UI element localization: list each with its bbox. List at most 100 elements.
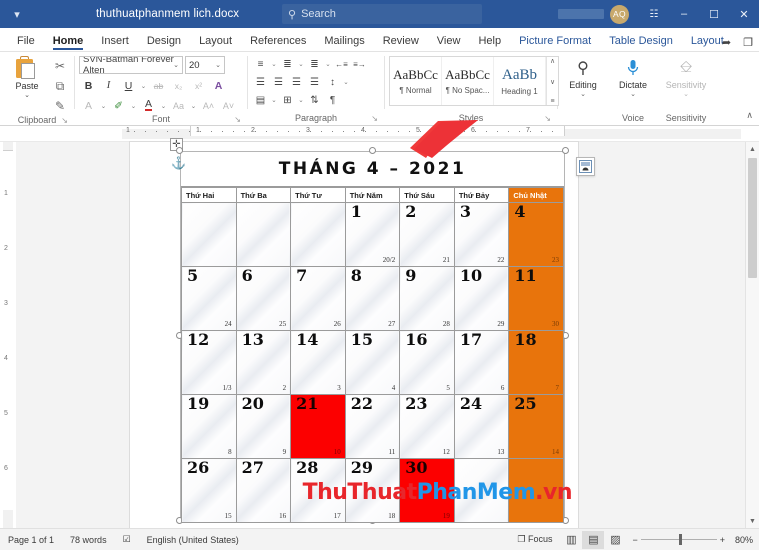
tab-design[interactable]: Design (138, 33, 190, 51)
shrink-font-button[interactable]: A˅ (219, 97, 238, 114)
calendar-day-cell[interactable]: 16 5 (399, 330, 455, 395)
vertical-scrollbar[interactable]: ▲ ▼ (745, 142, 759, 528)
dictate-button[interactable]: Dictate ⌄ (612, 54, 654, 98)
zoom-track[interactable] (640, 534, 717, 545)
align-left-icon[interactable]: ☰ (252, 74, 269, 90)
chevron-down-icon[interactable]: ⌄ (189, 97, 198, 114)
calendar-day-cell[interactable]: 26 15 (181, 458, 237, 523)
shading-icon[interactable]: ▤ (252, 92, 269, 108)
sort-icon[interactable]: ⇅ (306, 92, 323, 108)
style-item-heading-1[interactable]: AaBb Heading 1 (494, 57, 546, 105)
underline-chevron-icon[interactable]: ⌄ (139, 77, 148, 94)
superscript-button[interactable]: x² (189, 77, 208, 94)
calendar-day-cell[interactable]: 15 4 (344, 330, 401, 395)
chevron-down-icon[interactable]: ⌄ (630, 90, 636, 98)
quick-access-save-icon[interactable]: ▾ (0, 8, 34, 21)
chevron-down-icon[interactable]: ⌄ (270, 56, 278, 72)
calendar-day-cell[interactable]: 7 26 (290, 266, 346, 331)
chevron-down-icon[interactable]: ⌄ (215, 61, 221, 69)
styles-more-icon[interactable]: ≡ (547, 98, 558, 105)
calendar-table[interactable]: Thứ Hai Thứ Ba Thứ Tư Thứ Năm Thứ Sáu Thứ Bảy… (181, 187, 564, 523)
chevron-down-icon[interactable]: ⌄ (270, 92, 278, 108)
calendar-day-cell[interactable]: 5 24 (181, 266, 237, 331)
chevron-down-icon[interactable]: ⌄ (159, 97, 168, 114)
vertical-ruler[interactable]: 1 2 3 4 5 6 (0, 142, 16, 528)
styles-dialog-launcher[interactable]: ↘ (544, 114, 551, 123)
sensitivity-button[interactable]: ⎒ Sensitivity ⌄ (662, 54, 710, 98)
chevron-down-icon[interactable]: ⌄ (580, 90, 586, 98)
style-item-normal[interactable]: AaBbCc ¶ Normal (390, 57, 442, 105)
font-name-combobox[interactable]: SVN-Batman Forever Alten ⌄ (79, 56, 183, 74)
read-mode-button[interactable]: ▥ (560, 531, 582, 549)
calendar-day-cell[interactable] (235, 202, 292, 267)
comments-icon[interactable]: ❐ (743, 36, 753, 49)
calendar-day-cell[interactable]: 12 1/3 (181, 330, 237, 395)
zoom-thumb[interactable] (678, 534, 682, 545)
underline-button[interactable]: U (119, 77, 138, 94)
calendar[interactable]: THÁNG 4 – 2021 Thứ Hai Thứ Ba Thứ Tư Thứ Nă… (181, 152, 564, 523)
align-right-icon[interactable]: ☰ (288, 74, 305, 90)
tab-insert[interactable]: Insert (92, 33, 138, 51)
minimize-button[interactable]: – (669, 0, 699, 28)
format-painter-icon[interactable]: ✎ (50, 97, 70, 115)
calendar-day-cell[interactable]: 13 2 (235, 330, 292, 395)
page-count[interactable]: Page 1 of 1 (0, 535, 62, 545)
tab-layout[interactable]: Layout (190, 33, 241, 51)
italic-button[interactable]: I (99, 77, 118, 94)
tab-mailings[interactable]: Mailings (315, 33, 373, 51)
chevron-down-icon[interactable]: ⌄ (683, 90, 689, 98)
calendar-day-cell[interactable]: 23 12 (399, 394, 455, 459)
document-page[interactable]: ✛ ⚓ THÁNG 4 – 2021 Thứ Hai Thứ Ba Thứ Tư… (130, 138, 595, 528)
styles-gallery-scroll[interactable]: ∧ ∨ ≡ (546, 57, 558, 105)
calendar-day-cell[interactable]: 3 22 (453, 202, 510, 267)
text-effects-button[interactable]: A (209, 77, 228, 94)
print-layout-button[interactable]: ▤ (582, 530, 605, 549)
avatar[interactable]: AQ (610, 4, 629, 24)
calendar-day-cell[interactable]: 14 3 (290, 330, 346, 395)
calendar-day-cell[interactable]: 24 13 (453, 394, 510, 459)
tab-view[interactable]: View (428, 33, 470, 51)
styles-scroll-up-icon[interactable]: ∧ (547, 57, 558, 65)
calendar-day-cell[interactable]: 21 10 (290, 394, 346, 459)
calendar-day-cell[interactable]: 10 29 (453, 266, 510, 331)
zoom-level[interactable]: 80% (731, 535, 759, 545)
chevron-down-icon[interactable]: ⌄ (297, 92, 305, 108)
calendar-day-cell[interactable]: 25 14 (508, 394, 564, 459)
calendar-day-cell[interactable]: 22 11 (344, 394, 401, 459)
increase-indent-icon[interactable]: ≡→ (351, 56, 368, 72)
search-input[interactable]: ⚲ Search (282, 4, 482, 24)
calendar-day-cell[interactable]: 19 8 (181, 394, 237, 459)
styles-scroll-down-icon[interactable]: ∨ (547, 78, 558, 86)
zoom-in-button[interactable]: + (720, 535, 725, 545)
focus-mode-button[interactable]: ❐ Focus (509, 534, 560, 545)
chevron-down-icon[interactable]: ⌄ (129, 97, 138, 114)
calendar-day-cell[interactable]: 27 16 (235, 458, 292, 523)
chevron-down-icon[interactable]: ⌄ (297, 56, 305, 72)
paragraph-dialog-launcher[interactable]: ↘ (371, 114, 378, 123)
multilevel-list-icon[interactable]: ≣ (306, 56, 323, 72)
horizontal-ruler[interactable]: 11234567 (0, 126, 759, 142)
clear-formatting-button[interactable]: A (79, 97, 98, 114)
bold-button[interactable]: B (79, 77, 98, 94)
ribbon-display-options-icon[interactable]: ☷ (639, 0, 669, 28)
layout-options-button[interactable] (576, 157, 595, 176)
editing-button[interactable]: ⚲ Editing ⌄ (562, 54, 604, 98)
font-color-button[interactable]: A (139, 97, 158, 114)
borders-icon[interactable]: ⊞ (279, 92, 296, 108)
close-button[interactable]: ✕ (729, 0, 759, 28)
scrollbar-thumb[interactable] (748, 158, 757, 278)
tab-review[interactable]: Review (374, 33, 428, 51)
tab-file[interactable]: File (8, 33, 44, 51)
word-count[interactable]: 78 words (62, 535, 115, 545)
chevron-down-icon[interactable]: ⌄ (99, 97, 108, 114)
web-layout-button[interactable]: ▨ (604, 531, 626, 549)
calendar-day-cell[interactable]: 4 23 (508, 202, 564, 267)
chevron-down-icon[interactable]: ⌄ (173, 61, 179, 69)
tab-table-design-contextual[interactable]: Table Design (600, 33, 682, 51)
decrease-indent-icon[interactable]: ←≡ (333, 56, 350, 72)
calendar-day-cell[interactable]: 18 7 (508, 330, 564, 395)
paste-chevron-icon[interactable]: ⌄ (24, 91, 30, 99)
font-dialog-launcher[interactable]: ↘ (234, 115, 241, 124)
proofing-icon[interactable]: ☑ (115, 534, 139, 545)
grow-font-button[interactable]: A˄ (199, 97, 218, 114)
